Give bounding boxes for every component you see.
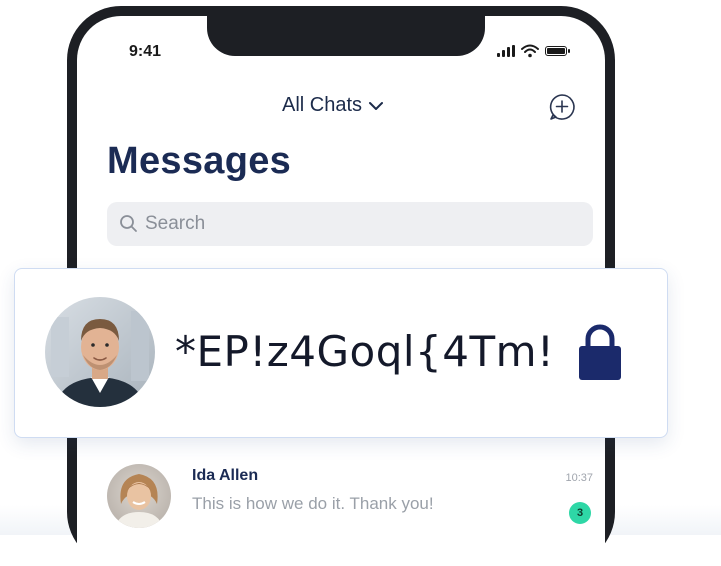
chevron-down-icon	[369, 101, 384, 110]
page-title: Messages	[107, 140, 292, 182]
wifi-icon	[521, 44, 539, 58]
secure-message-card: *EP!z4Goql{4Tm!	[14, 268, 668, 438]
lock-icon	[579, 324, 621, 380]
avatar	[107, 464, 171, 528]
status-icons	[497, 44, 570, 58]
avatar	[45, 297, 155, 407]
chat-list-item[interactable]: Ida Allen This is how we do it. Thank yo…	[107, 464, 593, 536]
signal-icon	[497, 45, 515, 57]
compose-icon[interactable]	[547, 92, 577, 122]
header-row: All Chats	[77, 94, 605, 124]
search-bar[interactable]	[107, 202, 593, 246]
chat-filter-dropdown[interactable]: All Chats	[282, 94, 384, 117]
phone-notch	[207, 16, 485, 56]
battery-icon	[545, 46, 570, 56]
search-input[interactable]	[143, 212, 567, 236]
chat-filter-label: All Chats	[282, 94, 363, 116]
unread-badge: 3	[569, 502, 591, 524]
status-time: 9:41	[129, 43, 162, 60]
chat-name: Ida Allen	[192, 467, 259, 484]
chat-timestamp: 10:37	[565, 472, 593, 484]
search-icon	[120, 215, 137, 232]
encrypted-text: *EP!z4Goql{4Tm!	[175, 327, 555, 376]
chat-preview: This is how we do it. Thank you!	[192, 494, 434, 513]
